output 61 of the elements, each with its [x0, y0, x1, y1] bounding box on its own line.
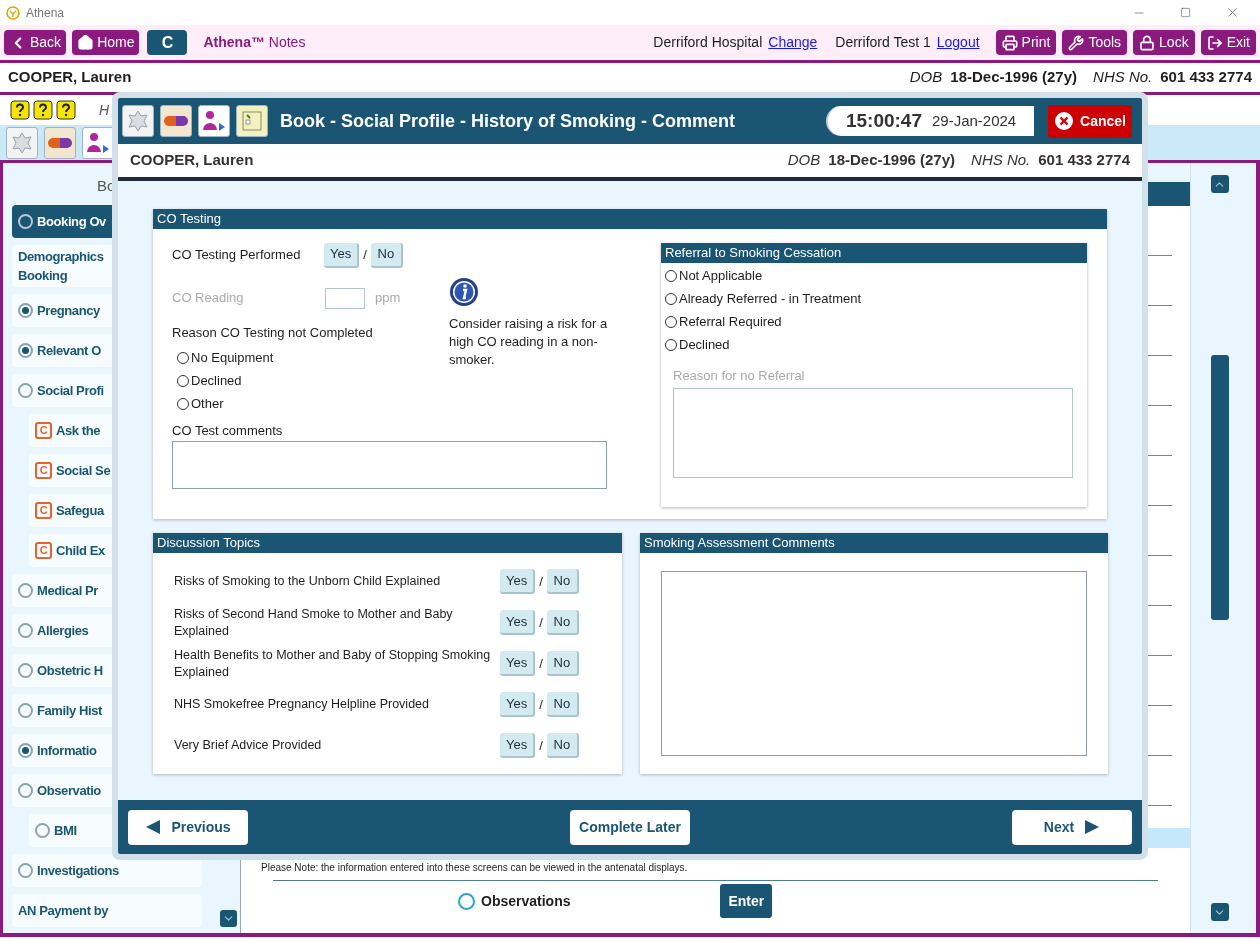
category-badge: C	[35, 501, 52, 519]
panel-title: Smoking Assessment Comments	[640, 533, 1108, 553]
item-label: AN Payment by	[18, 901, 109, 920]
option-label: Observations	[481, 891, 571, 911]
separator-slash: /	[539, 613, 543, 632]
nhs-label: NHS No.	[1093, 67, 1153, 88]
separator-slash: /	[539, 695, 543, 714]
category-badge: C	[35, 421, 52, 439]
nhs-number: 601 433 2774	[1038, 150, 1130, 171]
unit-label: ppm	[375, 289, 401, 308]
dob-label: DOB	[909, 67, 943, 88]
item-label: Demographics	[18, 247, 104, 266]
item-label: Ask the	[56, 421, 101, 440]
app-name: Athena™ Notes	[203, 33, 306, 52]
date-of-birth: 18-Dec-1996 (27y)	[950, 67, 1078, 88]
item-label: Observatio	[37, 781, 101, 800]
option-label: Referral Required	[679, 312, 782, 331]
option-label: Already Referred - in Treatment	[679, 289, 862, 308]
separator-slash: /	[539, 736, 543, 755]
category-badge: C	[35, 541, 52, 559]
field-label: CO Test comments	[172, 421, 284, 440]
option-label: Declined	[679, 335, 730, 354]
item-label: Booking	[18, 266, 69, 285]
hospital-name: Derriford Hospital	[653, 33, 763, 52]
dob-label: DOB	[787, 150, 821, 171]
item-label: Family Hist	[37, 701, 102, 720]
option-label: Not Applicable	[679, 266, 763, 285]
item-label: Investigations	[37, 861, 119, 880]
separator-slash: /	[539, 572, 543, 591]
item-label: Allergies	[37, 621, 89, 640]
item-label: Relevant O	[37, 341, 101, 360]
window-title: Athena	[26, 4, 65, 22]
panel-title: Referral to Smoking Cessation	[661, 243, 1087, 263]
nhs-label: NHS No.	[971, 150, 1031, 171]
separator-slash: /	[539, 654, 543, 673]
panel-title: CO Testing	[153, 209, 1107, 229]
panel-title: Discussion Topics	[153, 533, 622, 553]
item-label: Child Ex	[56, 541, 105, 560]
item-label: BMI	[54, 821, 77, 840]
patient-name: COOPER, Lauren	[130, 150, 254, 171]
item-label: Booking Ov	[37, 212, 106, 231]
patient-name: COOPER, Lauren	[8, 67, 132, 88]
time-text: 15:00:47	[845, 108, 922, 133]
section-title: H	[99, 100, 110, 120]
item-label: Pregnancy	[37, 301, 100, 320]
item-label: Informatio	[37, 741, 97, 760]
date-text: 29-Jan-2024	[932, 110, 1017, 131]
user-name: Derriford Test 1	[835, 33, 931, 52]
item-label: Social Se	[56, 461, 111, 480]
item-label: Medical Pr	[37, 581, 99, 600]
field-label: Reason for no Referral	[673, 367, 806, 385]
category-badge: C	[35, 461, 52, 479]
item-label: Safegua	[56, 501, 104, 520]
separator-slash: /	[363, 246, 367, 265]
nhs-number: 601 433 2774	[1160, 67, 1252, 88]
date-of-birth: 18-Dec-1996 (27y)	[828, 150, 956, 171]
info-text: Consider raising a risk for a high CO reading in a non-smoker.	[449, 315, 609, 369]
item-label: Obstetric H	[37, 661, 103, 680]
item-label: Social Profi	[37, 381, 104, 400]
dialog-title: Book - Social Profile - History of Smoking - Comment	[280, 109, 736, 133]
note-text: Please Note: the information entered into these screens can be viewed in the antenatal displays.	[261, 861, 689, 875]
